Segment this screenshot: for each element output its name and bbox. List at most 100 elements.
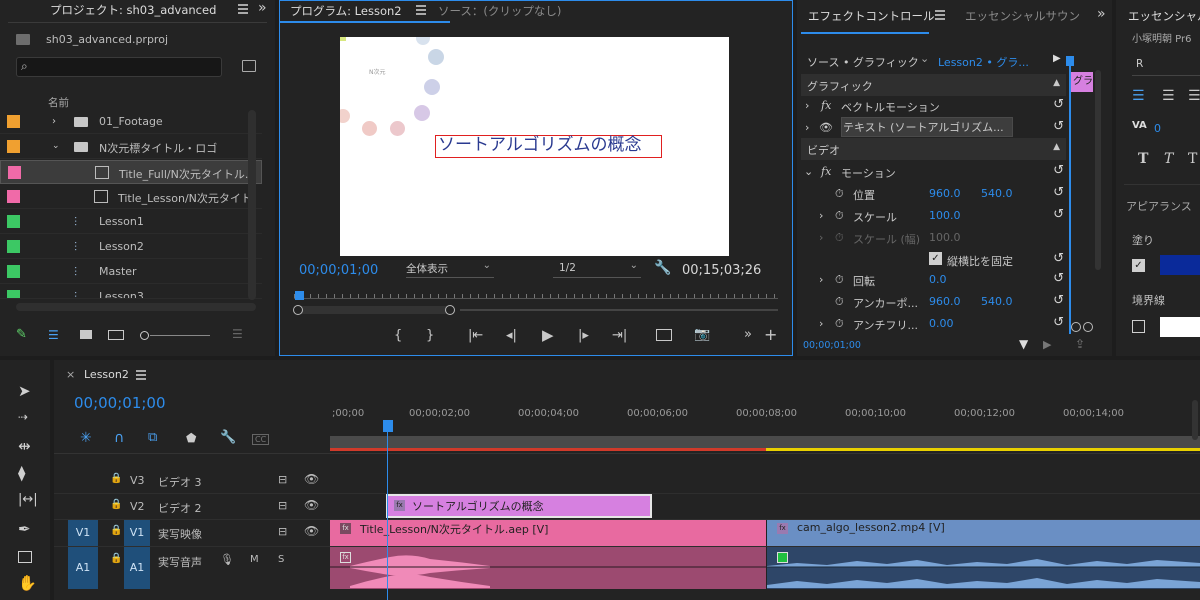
list-item[interactable]: › 01_Footage	[0, 110, 262, 134]
zoom-select[interactable]: 全体表示 ⌄	[406, 260, 494, 278]
selection-tool-icon[interactable]: ➤	[18, 382, 31, 400]
play-audio-icon[interactable]: ▶	[1043, 338, 1051, 351]
captions-icon[interactable]: CC	[252, 434, 270, 445]
audio-clip-title-lesson[interactable]: fx	[330, 547, 766, 589]
align-right-icon[interactable]: ☰	[1188, 88, 1200, 104]
sync-lock-icon[interactable]: ⊟	[278, 473, 287, 486]
add-marker-icon[interactable]: ⬟	[186, 431, 196, 445]
lock-icon[interactable]: 🔒	[110, 473, 122, 484]
chevron-right-icon[interactable]: ›	[819, 209, 823, 222]
track-target-v1[interactable]: V1	[124, 520, 150, 546]
reset-icon[interactable]: ↺	[1053, 185, 1064, 200]
resolution-select[interactable]: 1/2 ⌄	[553, 260, 641, 278]
search-input[interactable]: ⌕	[16, 57, 222, 77]
panel-menu-icon[interactable]	[136, 370, 146, 380]
rectangle-tool-icon[interactable]	[18, 551, 32, 563]
property-row-antiflicker[interactable]: › ⏱ アンチフリ... 0.00 ↺	[801, 313, 1066, 335]
font-select[interactable]: 小塚明朝 Pr6	[1132, 30, 1200, 44]
essential-sound-tab[interactable]: エッセンシャルサウン	[965, 6, 1080, 28]
list-item[interactable]: ⌄ N次元標タイトル・ロゴ	[0, 135, 262, 159]
source-tab[interactable]: ソース：(クリップなし)	[438, 1, 561, 23]
stopwatch-icon[interactable]: ⏱	[835, 209, 844, 223]
graphic-clip[interactable]: fx ソートアルゴリズムの概念	[386, 494, 652, 518]
new-bin-icon[interactable]	[242, 60, 256, 72]
work-area-bar[interactable]	[330, 436, 1200, 448]
playhead-marker[interactable]	[295, 291, 304, 300]
mini-timeline-clip[interactable]: グラ	[1071, 72, 1093, 92]
reset-icon[interactable]: ↺	[1053, 251, 1064, 266]
list-item[interactable]: Title_Full/N次元タイトル.	[0, 160, 262, 184]
all-caps-icon[interactable]: T	[1188, 151, 1197, 167]
sync-lock-icon[interactable]: ⊟	[278, 525, 287, 538]
align-left-icon[interactable]: ☰	[1132, 88, 1145, 104]
stroke-color-swatch[interactable]	[1160, 317, 1200, 337]
pen-tool-icon[interactable]: ✒	[18, 520, 31, 538]
filter-icon[interactable]: ▼	[1019, 337, 1028, 351]
property-row-position[interactable]: ⏱ 位置 960.0 540.0 ↺	[801, 183, 1066, 205]
pencil-icon[interactable]: ✎	[16, 327, 27, 342]
zoom-slider[interactable]	[140, 330, 210, 340]
button-editor-icon[interactable]: +	[764, 325, 777, 344]
razor-tool-icon[interactable]: ⧫	[18, 464, 25, 482]
nest-toggle-icon[interactable]: ✳	[80, 430, 92, 446]
chevron-right-icon[interactable]: ›	[52, 116, 56, 127]
collapse-icon[interactable]: ▲	[1053, 78, 1060, 88]
list-item[interactable]: ⫶ Master	[0, 260, 262, 284]
list-item[interactable]: Title_Lesson/N次元タイト	[0, 185, 262, 209]
mark-in-button[interactable]: {	[394, 328, 402, 343]
program-tab[interactable]: プログラム: Lesson2	[290, 1, 402, 23]
lock-icon[interactable]: 🔒	[110, 499, 122, 510]
name-column-header[interactable]: 名前	[48, 95, 69, 110]
stopwatch-icon[interactable]: ⏱	[835, 187, 844, 201]
fx-icon[interactable]: fx	[821, 165, 831, 178]
ripple-edit-tool-icon[interactable]: ⇹	[18, 437, 31, 455]
scrollbar[interactable]	[248, 110, 256, 300]
sequence-clip-label[interactable]: Lesson2 • グラ...	[938, 54, 1029, 70]
sync-lock-icon[interactable]: ⊟	[278, 499, 287, 512]
tracking-icon[interactable]: VA	[1132, 120, 1147, 131]
track-header-v2[interactable]: 🔒 V2 ビデオ 2 ⊟ 👁	[54, 494, 326, 520]
chevron-right-icon[interactable]: ›	[805, 99, 809, 112]
step-forward-button[interactable]: |▸	[578, 328, 589, 343]
export-frame-icon[interactable]: 📷	[694, 327, 710, 342]
tracking-value[interactable]: 0	[1154, 122, 1161, 135]
time-ruler[interactable]	[294, 289, 778, 299]
mini-zoom-right[interactable]	[1083, 322, 1093, 332]
frame-title-text[interactable]: ソートアルゴリズムの概念	[435, 135, 662, 158]
step-back-button[interactable]: ◂|	[506, 328, 517, 343]
stopwatch-icon[interactable]: ⏱	[835, 295, 844, 309]
export-icon[interactable]: ⇪	[1075, 337, 1085, 351]
stroke-checkbox[interactable]	[1132, 320, 1145, 333]
voiceover-icon[interactable]: 🎙	[220, 553, 234, 566]
property-row-anchor[interactable]: ⏱ アンカーポ... 960.0 540.0 ↺	[801, 291, 1066, 313]
mini-zoom-left[interactable]	[1071, 322, 1081, 332]
reset-icon[interactable]: ↺	[1053, 119, 1064, 134]
chevron-right-icon[interactable]: ›	[819, 273, 823, 286]
wrench-icon[interactable]: 🔧	[654, 260, 671, 276]
stopwatch-icon[interactable]: ⏱	[835, 317, 844, 331]
property-row-rotation[interactable]: › ⏱ 回転 0.0 ↺	[801, 269, 1066, 291]
sort-icon[interactable]: ☰	[232, 327, 243, 341]
essential-graphics-tab[interactable]: エッセンシャル	[1128, 6, 1200, 28]
reset-icon[interactable]: ↺	[1053, 271, 1064, 286]
scrollbar[interactable]	[1192, 400, 1198, 440]
close-icon[interactable]: ×	[66, 368, 75, 381]
reset-icon[interactable]: ↺	[1053, 207, 1064, 222]
reset-icon[interactable]: ↺	[1053, 163, 1064, 178]
freeform-view-icon[interactable]	[108, 330, 124, 340]
source-patch-v1[interactable]: V1	[68, 520, 98, 546]
timeline-timecode[interactable]: 00;00;01;00	[74, 394, 166, 412]
uniform-scale-checkbox[interactable]: ✓	[929, 252, 942, 265]
track-select-tool-icon[interactable]: ⇢	[18, 410, 28, 424]
list-item[interactable]: ⫶ Lesson3	[0, 285, 262, 299]
panel-menu-icon[interactable]	[935, 10, 945, 20]
reset-icon[interactable]: ↺	[1053, 293, 1064, 308]
go-to-out-button[interactable]: ⇥|	[612, 328, 627, 343]
source-patch-a1[interactable]: A1	[68, 547, 98, 589]
effect-row-vector-motion[interactable]: › fx ベクトルモーション ↺	[801, 95, 1066, 117]
video-clip-cam[interactable]: fx cam_algo_lesson2.mp4 [V]	[767, 520, 1200, 546]
reset-icon[interactable]: ↺	[1053, 315, 1064, 330]
fill-checkbox[interactable]: ✓	[1132, 259, 1145, 272]
eye-icon[interactable]: 👁	[819, 121, 833, 134]
align-center-icon[interactable]: ☰	[1162, 88, 1175, 104]
